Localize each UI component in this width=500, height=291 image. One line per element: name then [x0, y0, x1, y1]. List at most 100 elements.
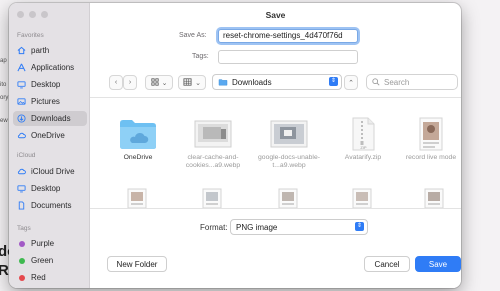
format-label: Format: [200, 223, 228, 232]
location-popup[interactable]: Downloads ⇕ [212, 74, 342, 90]
chevron-right-icon: › [128, 79, 132, 86]
sidebar-item-applications[interactable]: Applications [13, 60, 87, 75]
window-controls [17, 11, 48, 18]
icon-view-button[interactable]: ⌄ [145, 75, 173, 90]
expand-dialog-button[interactable]: ⌃ [344, 75, 358, 90]
tag-color-dot [17, 239, 26, 248]
save-as-label: Save As: [179, 32, 207, 39]
cancel-button[interactable]: Cancel [364, 256, 410, 272]
save-dialog: Favorites parth Applications Desktop Pic… [9, 3, 461, 288]
svg-text:ZIP: ZIP [360, 145, 367, 150]
file-name: clear-cache-and-cookies...a9.webp [185, 154, 241, 169]
format-stepper-icon: ⇕ [355, 222, 364, 231]
sidebar-item-onedrive[interactable]: OneDrive [13, 128, 87, 143]
save-as-field[interactable]: reset-chrome-settings_4d470f76d [218, 29, 358, 43]
pictures-icon [17, 97, 26, 106]
zoom-window-button[interactable] [41, 11, 48, 18]
file-name: google-docs-unable-t...a9.webp [258, 154, 320, 169]
sidebar-item-label: Documents [31, 201, 72, 210]
dialog-title: Save [265, 10, 286, 20]
sidebar-item-label: Pictures [31, 97, 60, 106]
background-text: ito [0, 82, 7, 88]
chevron-down-icon: ⌄ [195, 79, 201, 87]
sidebar-item-label: Desktop [31, 184, 61, 193]
sidebar-item-label: iCloud Drive [31, 167, 75, 176]
sidebar-item-label: Red [31, 273, 46, 282]
sidebar-tag-red[interactable]: Red [13, 270, 87, 285]
sidebar-item-label: parth [31, 46, 50, 55]
folder-icon [118, 117, 158, 151]
sidebar-item-label: Applications [31, 63, 75, 72]
sidebar-item-label: OneDrive [31, 131, 65, 140]
desktop-icon [17, 80, 26, 89]
sidebar-tag-green[interactable]: Green [13, 253, 87, 268]
chevron-up-icon: ⌃ [348, 79, 354, 87]
file-name: record live mode [405, 154, 457, 161]
file-item-webp[interactable]: google-docs-unable-t...a9.webp [252, 117, 326, 170]
chevron-left-icon: ‹ [114, 79, 118, 86]
sidebar-item-label: Purple [31, 239, 55, 248]
tags-header: Tags [17, 225, 31, 232]
back-button[interactable]: ‹ [109, 75, 123, 90]
sidebar-item-label: Green [31, 256, 54, 265]
background-text: ew [0, 118, 8, 124]
format-popup[interactable]: PNG image ⇕ [230, 219, 368, 235]
sidebar-item-desktop[interactable]: Desktop [13, 77, 87, 92]
applications-icon [17, 63, 26, 72]
document-thumbnail [419, 117, 443, 151]
cloud-icon [17, 131, 26, 140]
sidebar-item-label: Desktop [31, 80, 61, 89]
forward-button[interactable]: › [123, 75, 137, 90]
tag-color-dot [17, 273, 26, 282]
chevron-down-icon: ⌄ [161, 79, 168, 87]
minimize-window-button[interactable] [29, 11, 36, 18]
save-options-panel: Format: PNG image ⇕ New Folder Cancel Sa… [90, 208, 461, 288]
folder-icon [218, 78, 228, 86]
grid-icon [150, 77, 159, 88]
sidebar-item-downloads[interactable]: Downloads [13, 111, 87, 126]
sidebar-item-home[interactable]: parth [13, 43, 87, 58]
sidebar-item-label: Downloads [31, 114, 71, 123]
location-label: Downloads [232, 77, 272, 87]
zip-archive-icon: ZIP [348, 117, 378, 151]
save-button[interactable]: Save [415, 256, 461, 272]
cancel-label: Cancel [374, 259, 400, 269]
search-placeholder: Search [384, 77, 410, 87]
file-name: OneDrive [123, 154, 153, 161]
background-text: ory [0, 95, 9, 101]
file-item-webp[interactable]: clear-cache-and-cookies...a9.webp [176, 117, 250, 170]
tags-field[interactable] [218, 50, 358, 64]
sidebar-item-icloud-drive[interactable]: iCloud Drive [13, 164, 87, 179]
location-stepper-icon: ⇕ [329, 77, 338, 86]
format-value: PNG image [236, 222, 278, 232]
group-by-button[interactable]: ⌄ [178, 75, 206, 90]
group-grid-icon [183, 77, 192, 88]
bottom-divider [90, 208, 461, 209]
file-item-document[interactable]: record live mode [394, 117, 461, 162]
image-thumbnail [194, 117, 232, 151]
new-folder-button[interactable]: New Folder [107, 256, 167, 272]
search-icon [372, 78, 380, 86]
sidebar-tag-purple[interactable]: Purple [13, 236, 87, 251]
documents-icon [17, 201, 26, 210]
search-field[interactable]: Search [366, 74, 458, 90]
sidebar-item-pictures[interactable]: Pictures [13, 94, 87, 109]
file-item-onedrive-folder[interactable]: OneDrive [101, 117, 175, 162]
new-folder-label: New Folder [116, 259, 158, 269]
sidebar-item-icloud-desktop[interactable]: Desktop [13, 181, 87, 196]
sidebar: Favorites parth Applications Desktop Pic… [9, 3, 90, 288]
icloud-icon [17, 167, 26, 176]
close-window-button[interactable] [17, 11, 24, 18]
sidebar-item-documents[interactable]: Documents [13, 198, 87, 213]
file-item-zip[interactable]: ZIP Avatarify.zip [326, 117, 400, 162]
toolbar-divider [90, 97, 461, 98]
file-name: Avatarify.zip [344, 154, 382, 161]
save-label: Save [428, 259, 448, 269]
background-text: ap [0, 58, 7, 64]
home-icon [17, 46, 26, 55]
main-pane: Save Save As: reset-chrome-settings_4d47… [90, 3, 461, 288]
downloads-icon [17, 114, 26, 123]
tag-color-dot [17, 256, 26, 265]
icloud-header: iCloud [17, 152, 36, 159]
tags-label: Tags: [192, 53, 209, 60]
